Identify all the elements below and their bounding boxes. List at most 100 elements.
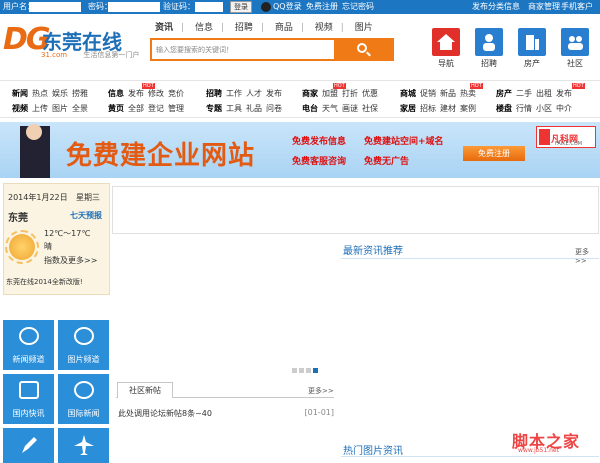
search-box[interactable]: 输入您要搜索的关键词！ xyxy=(150,38,394,61)
latest-news-more-link[interactable]: 更多>> xyxy=(575,247,600,265)
quick-link-community[interactable]: 社区 xyxy=(555,58,595,69)
nav-link[interactable]: 新品 xyxy=(440,88,460,99)
tile-pen[interactable] xyxy=(3,428,54,463)
nav-link[interactable]: 电台 xyxy=(302,103,322,114)
weather-index-link[interactable]: 指数及更多>> xyxy=(44,255,97,266)
tile-domestic-news[interactable]: 国内快讯 xyxy=(3,374,54,424)
community-tab[interactable]: 社区新帖 xyxy=(117,382,173,398)
banner-register-button[interactable]: 免费注册 xyxy=(463,146,525,161)
nav-link[interactable]: 登记 xyxy=(148,103,168,114)
carousel-dot[interactable] xyxy=(306,368,311,373)
nav-link[interactable]: 图片 xyxy=(52,103,72,114)
nav-link[interactable]: 二手 xyxy=(516,88,536,99)
nav-link[interactable]: 出租 xyxy=(536,88,556,99)
section-divider xyxy=(341,456,599,457)
nav-link[interactable]: 热点 xyxy=(32,88,52,99)
nav-link[interactable]: 促销 xyxy=(420,88,440,99)
carousel-dot[interactable] xyxy=(292,368,297,373)
username-input[interactable] xyxy=(29,2,81,12)
nav-group-home: 家居 招标 建材 案例 xyxy=(400,103,480,114)
quick-link-property[interactable]: 房产 xyxy=(512,58,552,69)
search-tab-video[interactable]: 视频 xyxy=(315,20,333,33)
nav-link[interactable]: 信息 xyxy=(108,88,128,99)
nav-link[interactable]: 专题 xyxy=(206,103,226,114)
nav-link[interactable]: 招聘 xyxy=(206,88,226,99)
carousel-dot[interactable] xyxy=(299,368,304,373)
tile-international-news[interactable]: 国际新闻 xyxy=(58,374,109,424)
building-icon[interactable] xyxy=(518,28,546,56)
home-icon[interactable] xyxy=(432,28,460,56)
nav-link[interactable]: 视频 xyxy=(12,103,32,114)
post-classified-link[interactable]: 发布分类信息 xyxy=(472,0,520,14)
nav-link[interactable]: 案例 xyxy=(460,103,480,114)
nav-link[interactable]: 家居 xyxy=(400,103,420,114)
site-notice[interactable]: 东莞在线2014全新改版! xyxy=(6,277,83,287)
tile-image-channel[interactable]: 图片频道 xyxy=(58,320,109,370)
nav-link[interactable]: 打折 xyxy=(342,88,362,99)
nav-link[interactable]: 工具 xyxy=(226,103,246,114)
nav-link[interactable]: 加盟 xyxy=(322,88,342,99)
nav-link[interactable]: 楼盘 xyxy=(496,103,516,114)
nav-link[interactable]: 管理 xyxy=(168,103,188,114)
tile-news-channel[interactable]: 新闻频道 xyxy=(3,320,54,370)
nav-link[interactable]: 捞雅 xyxy=(72,88,92,99)
nav-link[interactable]: 全景 xyxy=(72,103,92,114)
post-title[interactable]: 此处调用论坛新帖8条~40 xyxy=(118,409,212,418)
nav-link[interactable]: 天气 xyxy=(322,103,342,114)
login-button[interactable]: 登录 xyxy=(230,1,252,13)
mobile-client-link[interactable]: 手机客户端 xyxy=(561,0,600,28)
nav-link[interactable]: 上传 xyxy=(32,103,52,114)
nav-link[interactable]: 发布 xyxy=(128,88,148,99)
register-link[interactable]: 免费注册 xyxy=(306,0,338,14)
banner-promo-1: 免费发布信息 xyxy=(292,137,347,147)
search-button[interactable] xyxy=(334,40,392,59)
nav-link[interactable]: 人才 xyxy=(246,88,266,99)
person-icon[interactable] xyxy=(475,28,503,56)
search-tab-images[interactable]: 图片 xyxy=(355,20,373,33)
nav-link[interactable]: 优惠 xyxy=(362,88,382,99)
nav-group-radio: 电台 天气 画谜 社保 xyxy=(302,103,382,114)
nav-link[interactable]: 社保 xyxy=(362,103,382,114)
nav-link[interactable]: 黄页 xyxy=(108,103,128,114)
nav-link[interactable]: 竞价 xyxy=(168,88,188,99)
quick-link-jobs[interactable]: 招聘 xyxy=(469,58,509,69)
nav-link[interactable]: 新闻 xyxy=(12,88,32,99)
community-icon[interactable] xyxy=(561,28,589,56)
nav-link[interactable]: 工作 xyxy=(226,88,246,99)
merchant-admin-link[interactable]: 商家管理 xyxy=(528,0,560,14)
nav-link[interactable]: 修改 xyxy=(148,88,168,99)
nav-link[interactable]: 中介 xyxy=(556,103,576,114)
list-item[interactable]: 此处调用论坛新帖8条~40 [01-01] xyxy=(118,408,334,419)
tile-plane[interactable] xyxy=(58,428,109,463)
search-tab-jobs[interactable]: 招聘 xyxy=(235,20,253,33)
qq-login-link[interactable]: QQ登录 xyxy=(273,0,302,14)
quick-link-nav[interactable]: 导航 xyxy=(426,58,466,69)
nav-link[interactable]: 商家 xyxy=(302,88,322,99)
search-tab-news[interactable]: 资讯 xyxy=(155,20,173,33)
nav-link[interactable]: 行情 xyxy=(516,103,536,114)
forgot-password-link[interactable]: 忘记密码 xyxy=(342,0,374,14)
nav-link[interactable]: 娱乐 xyxy=(52,88,72,99)
nav-link[interactable]: 问卷 xyxy=(266,103,286,114)
promo-banner[interactable]: 免费建企业网站 免费发布信息 免费客服咨询 免费建站空间+域名 免费无广告 免费… xyxy=(0,122,600,178)
nav-link[interactable]: 全部 xyxy=(128,103,148,114)
nav-link[interactable]: 小区 xyxy=(536,103,556,114)
nav-link[interactable]: 发布 xyxy=(266,88,286,99)
nav-link[interactable]: 发布 xyxy=(556,88,576,99)
nav-link[interactable]: 建材 xyxy=(440,103,460,114)
search-input[interactable]: 输入您要搜索的关键词！ xyxy=(156,45,233,55)
nav-link[interactable]: 商城 xyxy=(400,88,420,99)
nav-link[interactable]: 房产 xyxy=(496,88,516,99)
nav-link[interactable]: 招标 xyxy=(420,103,440,114)
search-tab-info[interactable]: 信息 xyxy=(195,20,213,33)
search-tab-goods[interactable]: 商品 xyxy=(275,20,293,33)
community-more-link[interactable]: 更多>> xyxy=(308,386,334,396)
seven-day-forecast-link[interactable]: 七天预报 xyxy=(70,210,102,221)
nav-link[interactable]: 礼品 xyxy=(246,103,266,114)
captcha-input[interactable] xyxy=(195,2,223,12)
password-input[interactable] xyxy=(108,2,160,12)
carousel-dot-active[interactable] xyxy=(313,368,318,373)
nav-link[interactable]: 画谜 xyxy=(342,103,362,114)
nav-link[interactable]: 热卖 xyxy=(460,88,480,99)
banner-promo-2: 免费客服咨询 xyxy=(292,157,347,167)
